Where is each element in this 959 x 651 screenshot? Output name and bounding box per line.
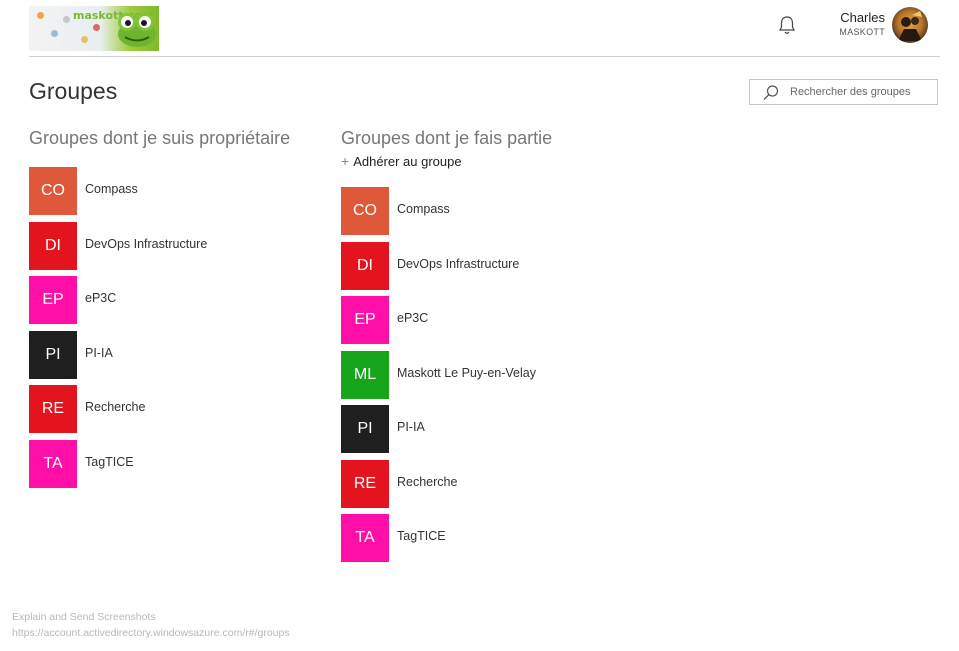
group-name[interactable]: DevOps Infrastructure (397, 257, 519, 271)
footer-url: https://account.activedirectory.windowsa… (12, 627, 290, 639)
group-tile[interactable]: TA (29, 439, 77, 488)
group-item[interactable]: EP eP3C (341, 296, 536, 344)
header-divider (29, 56, 940, 57)
group-tile[interactable]: DI (29, 221, 77, 270)
bell-icon[interactable] (777, 14, 797, 36)
group-tile[interactable]: EP (341, 296, 389, 344)
group-tile[interactable]: ML (341, 350, 389, 399)
group-name[interactable]: DevOps Infrastructure (85, 237, 207, 251)
plus-icon: + (341, 153, 350, 169)
group-item[interactable]: DI DevOps Infrastructure (341, 241, 536, 290)
group-name[interactable]: Compass (397, 202, 450, 216)
owned-groups-title: Groupes dont je suis propriétaire (29, 128, 291, 148)
group-name[interactable]: TagTICE (397, 529, 446, 543)
group-tile[interactable]: CO (29, 167, 77, 215)
group-tile[interactable]: EP (29, 276, 77, 324)
group-tile[interactable]: TA (341, 514, 389, 562)
group-tile[interactable]: PI (29, 330, 77, 379)
user-name[interactable]: Charles (820, 10, 885, 25)
group-tile[interactable]: PI (341, 405, 389, 453)
group-item[interactable]: RE Recherche (341, 459, 536, 508)
member-groups-list: CO Compass DI DevOps Infrastructure EP eP3C ML… (341, 187, 536, 569)
group-item[interactable]: PI PI-IA (29, 330, 207, 379)
group-item[interactable]: EP eP3C (29, 276, 207, 324)
footer-caption: Explain and Send Screenshots (12, 611, 156, 623)
group-item[interactable]: ML Maskott Le Puy-en-Velay (341, 350, 536, 399)
group-tile[interactable]: RE (29, 385, 77, 433)
top-header: maskott.com Charles MASKOTT (0, 0, 959, 57)
group-item[interactable]: CO Compass (29, 167, 207, 215)
group-name[interactable]: Compass (85, 182, 138, 196)
search-icon[interactable] (762, 84, 780, 102)
group-item[interactable]: PI PI-IA (341, 405, 536, 453)
group-item[interactable]: DI DevOps Infrastructure (29, 221, 207, 270)
group-name[interactable]: PI-IA (397, 420, 425, 434)
search-box[interactable] (749, 79, 938, 105)
group-name[interactable]: TagTICE (85, 455, 134, 469)
join-group-label: Adhérer au groupe (353, 154, 462, 169)
group-tile[interactable]: DI (341, 241, 389, 290)
owned-groups-list: CO Compass DI DevOps Infrastructure EP eP3C PI… (29, 167, 207, 494)
group-tile[interactable]: RE (341, 459, 389, 508)
avatar[interactable] (892, 7, 928, 43)
join-group-link[interactable]: + Adhérer au groupe (341, 153, 462, 169)
group-name[interactable]: PI-IA (85, 346, 113, 360)
group-name[interactable]: Maskott Le Puy-en-Velay (397, 366, 536, 380)
group-name[interactable]: eP3C (85, 291, 116, 305)
frog-mascot-icon (118, 13, 156, 47)
group-name[interactable]: eP3C (397, 311, 428, 325)
group-item[interactable]: TA TagTICE (29, 439, 207, 488)
member-groups-title: Groupes dont je fais partie (341, 128, 553, 148)
user-photo-icon (898, 11, 922, 41)
group-tile[interactable]: CO (341, 187, 389, 235)
search-input[interactable] (790, 80, 936, 104)
group-item[interactable]: CO Compass (341, 187, 536, 235)
group-name[interactable]: Recherche (85, 400, 145, 414)
group-item[interactable]: TA TagTICE (341, 514, 536, 562)
maskott-logo[interactable]: maskott.com (29, 6, 159, 51)
group-item[interactable]: RE Recherche (29, 385, 207, 433)
user-organization: MASKOTT (839, 27, 885, 37)
page: maskott.com Charles MASKOTT Groupes Rech… (0, 0, 959, 651)
group-name[interactable]: Recherche (397, 475, 457, 489)
page-title: Groupes (29, 78, 118, 104)
